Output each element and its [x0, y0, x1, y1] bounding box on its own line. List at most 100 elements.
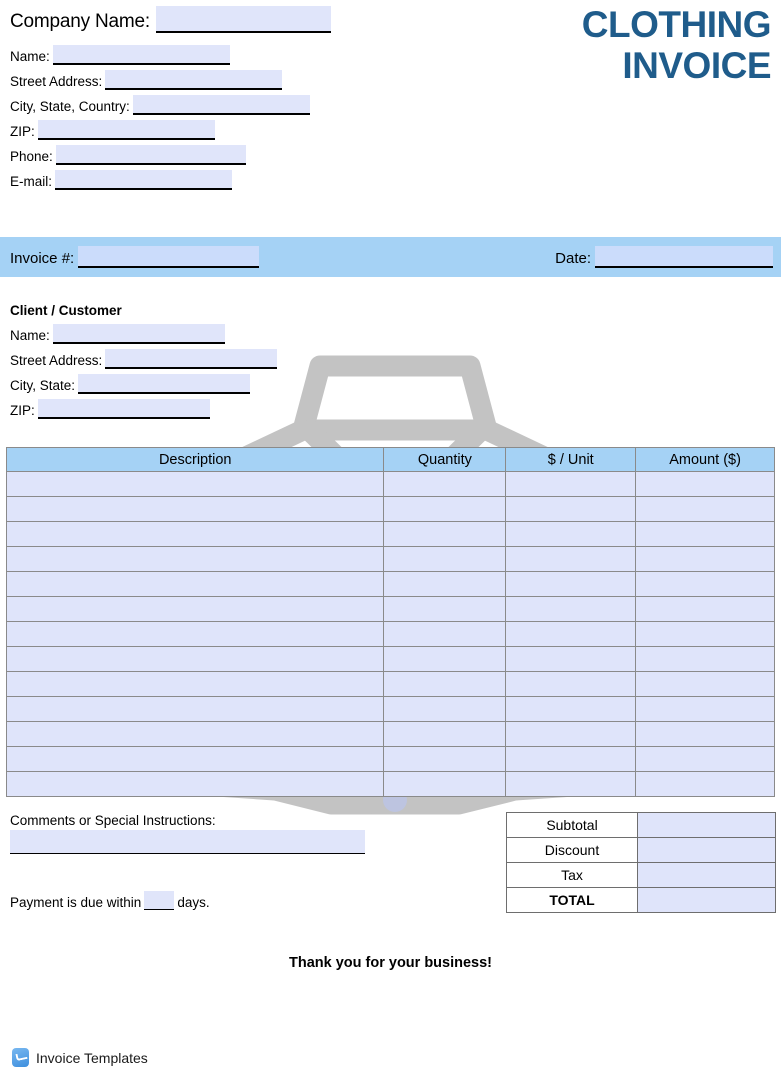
items-header-quantity: Quantity — [383, 447, 507, 472]
payment-days-input[interactable] — [144, 891, 175, 910]
company-city-label: City, State, Country: — [10, 99, 130, 114]
comments-input[interactable] — [10, 830, 365, 854]
item-cell-unit_price[interactable] — [505, 746, 637, 772]
item-cell-unit_price[interactable] — [505, 546, 637, 572]
totals-label-discount: Discount — [506, 837, 638, 863]
client-zip-input[interactable] — [37, 399, 210, 419]
totals-label-subtotal: Subtotal — [506, 812, 638, 838]
client-name-input[interactable] — [52, 324, 225, 344]
item-cell-description[interactable] — [5, 571, 385, 597]
item-cell-quantity[interactable] — [383, 496, 507, 522]
item-cell-description[interactable] — [5, 596, 385, 622]
item-cell-unit_price[interactable] — [505, 646, 637, 672]
company-street-input[interactable] — [105, 70, 283, 90]
invoice-number-group: Invoice #: — [10, 246, 260, 268]
footer-brand[interactable]: Invoice Templates — [12, 1048, 148, 1067]
item-cell-unit_price[interactable] — [505, 596, 637, 622]
client-city-label: City, State: — [10, 378, 76, 393]
item-cell-quantity[interactable] — [383, 546, 507, 572]
company-name-input[interactable] — [155, 6, 331, 33]
invoice-number-input[interactable] — [78, 246, 260, 268]
invoice-date-input[interactable] — [595, 246, 773, 268]
client-field-row-name: Name: — [10, 322, 350, 344]
company-field-row-street: Street Address: — [10, 68, 430, 90]
item-cell-quantity[interactable] — [383, 471, 507, 497]
client-field-row-street: Street Address: — [10, 347, 350, 369]
item-cell-quantity[interactable] — [383, 721, 507, 747]
thank-you-message: Thank you for your business! — [288, 955, 493, 971]
item-cell-description[interactable] — [5, 771, 385, 797]
item-cell-amount[interactable] — [635, 721, 775, 747]
client-section-heading: Client / Customer — [10, 303, 122, 318]
table-row — [5, 721, 775, 747]
item-cell-unit_price[interactable] — [505, 496, 637, 522]
item-cell-unit_price[interactable] — [505, 671, 637, 697]
client-city-input[interactable] — [78, 374, 251, 394]
item-cell-quantity[interactable] — [383, 596, 507, 622]
item-cell-amount[interactable] — [635, 546, 775, 572]
item-cell-quantity[interactable] — [383, 671, 507, 697]
company-zip-label: ZIP: — [10, 124, 35, 139]
company-email-input[interactable] — [55, 170, 233, 190]
item-cell-unit_price[interactable] — [505, 521, 637, 547]
invoice-date-label: Date: — [555, 250, 591, 267]
item-cell-amount[interactable] — [635, 596, 775, 622]
items-header-amount: Amount ($) — [635, 447, 775, 472]
item-cell-description[interactable] — [5, 721, 385, 747]
item-cell-amount[interactable] — [635, 521, 775, 547]
item-cell-amount[interactable] — [635, 671, 775, 697]
items-header-unit-price: $ / Unit — [505, 447, 637, 472]
item-cell-quantity[interactable] — [383, 521, 507, 547]
item-cell-quantity[interactable] — [383, 771, 507, 797]
item-cell-description[interactable] — [5, 546, 385, 572]
item-cell-amount[interactable] — [635, 621, 775, 647]
item-cell-amount[interactable] — [635, 746, 775, 772]
company-phone-input[interactable] — [55, 145, 246, 165]
item-cell-amount[interactable] — [635, 496, 775, 522]
item-cell-description[interactable] — [5, 496, 385, 522]
company-city-input[interactable] — [132, 95, 310, 115]
payment-terms-prefix: Payment is due within — [10, 895, 142, 910]
item-cell-description[interactable] — [5, 521, 385, 547]
client-street-input[interactable] — [105, 349, 278, 369]
item-cell-amount[interactable] — [635, 646, 775, 672]
company-contact-name-input[interactable] — [52, 45, 230, 65]
item-cell-amount[interactable] — [635, 771, 775, 797]
item-cell-description[interactable] — [5, 696, 385, 722]
items-table-header-row: Description Quantity $ / Unit Amount ($) — [5, 447, 775, 472]
invoice-meta-bar: Invoice #: Date: — [0, 237, 781, 277]
totals-value-subtotal[interactable] — [637, 812, 776, 838]
item-cell-amount[interactable] — [635, 696, 775, 722]
item-cell-quantity[interactable] — [383, 646, 507, 672]
item-cell-quantity[interactable] — [383, 571, 507, 597]
item-cell-unit_price[interactable] — [505, 571, 637, 597]
table-row — [5, 646, 775, 672]
item-cell-quantity[interactable] — [383, 621, 507, 647]
table-row — [5, 521, 775, 547]
item-cell-unit_price[interactable] — [505, 621, 637, 647]
totals-value-discount[interactable] — [637, 837, 776, 863]
company-info-block: Company Name: Name: Street Address: City… — [10, 6, 430, 193]
item-cell-unit_price[interactable] — [505, 696, 637, 722]
table-row — [5, 696, 775, 722]
item-cell-description[interactable] — [5, 646, 385, 672]
item-cell-unit_price[interactable] — [505, 771, 637, 797]
item-cell-unit_price[interactable] — [505, 471, 637, 497]
item-cell-quantity[interactable] — [383, 696, 507, 722]
item-cell-description[interactable] — [5, 746, 385, 772]
totals-value-tax[interactable] — [637, 862, 776, 888]
item-cell-description[interactable] — [5, 621, 385, 647]
title-line-invoice: INVOICE — [622, 45, 771, 86]
item-cell-unit_price[interactable] — [505, 721, 637, 747]
company-name-row: Company Name: — [10, 6, 430, 33]
item-cell-quantity[interactable] — [383, 746, 507, 772]
table-row — [5, 671, 775, 697]
item-cell-description[interactable] — [5, 671, 385, 697]
item-cell-amount[interactable] — [635, 571, 775, 597]
company-phone-label: Phone: — [10, 149, 53, 164]
totals-value-total[interactable] — [637, 887, 776, 913]
company-zip-input[interactable] — [37, 120, 215, 140]
client-name-label: Name: — [10, 328, 50, 343]
item-cell-amount[interactable] — [635, 471, 775, 497]
item-cell-description[interactable] — [5, 471, 385, 497]
